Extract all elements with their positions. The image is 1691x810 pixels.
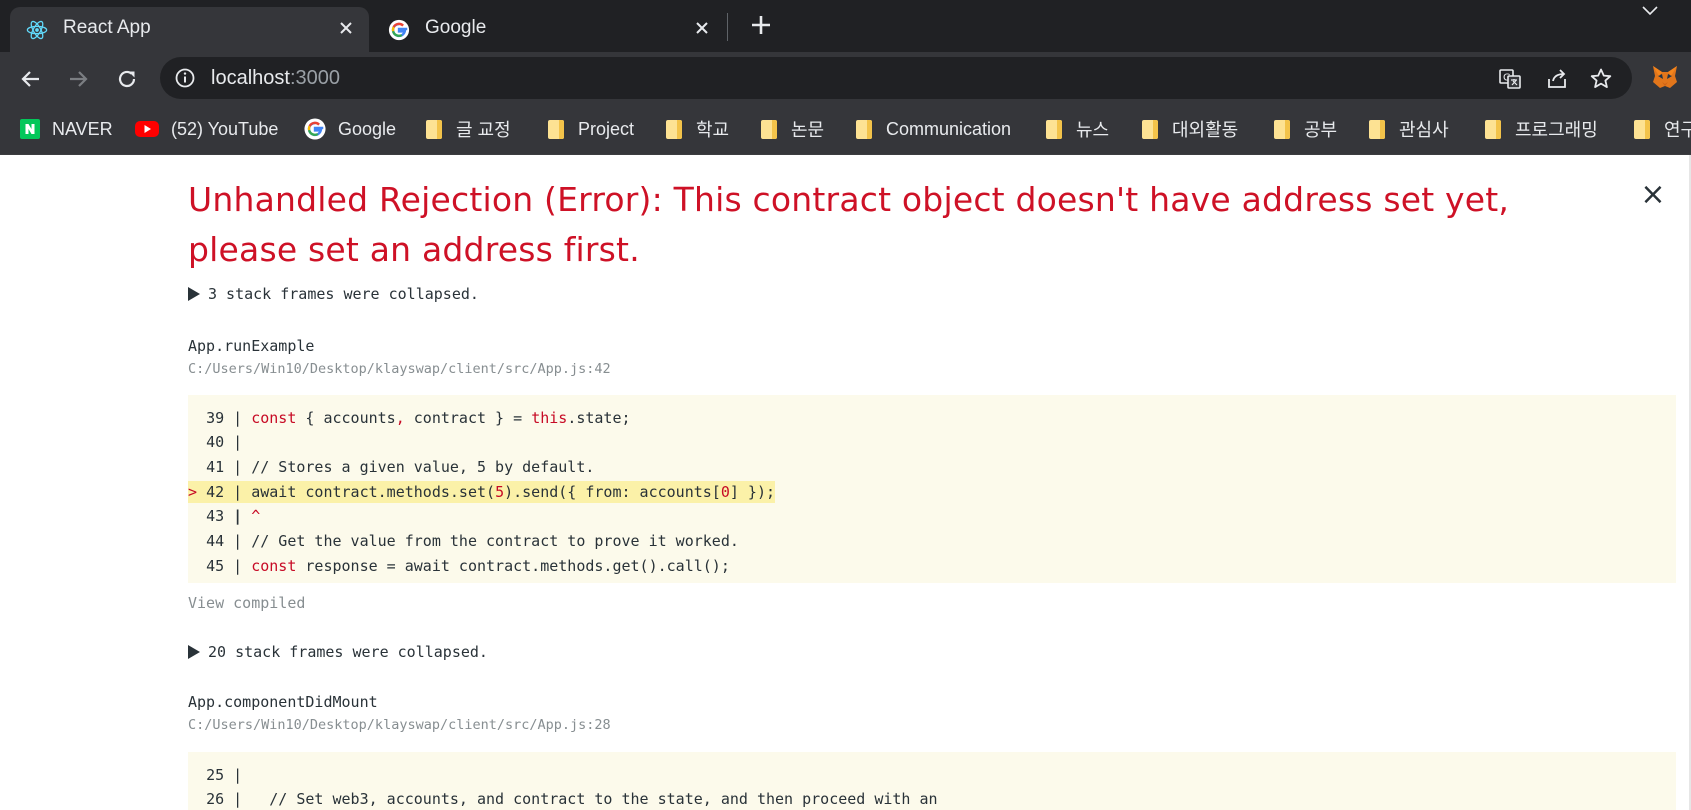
folder-icon	[1046, 119, 1062, 139]
code-line: 41 | // Stores a given value, 5 by defau…	[206, 458, 595, 476]
view-compiled-link[interactable]: View compiled	[188, 594, 305, 612]
collapsed-frames-label: 3 stack frames were collapsed.	[208, 285, 479, 303]
tab-divider	[727, 13, 728, 41]
reload-button[interactable]	[110, 62, 144, 96]
translate-icon[interactable]: G	[1497, 66, 1523, 92]
url-port: :3000	[289, 67, 340, 89]
triangle-right-icon	[188, 645, 200, 659]
share-icon[interactable]	[1544, 66, 1570, 92]
bookmark-folder[interactable]: Communication	[854, 116, 1011, 142]
react-logo-icon	[26, 20, 48, 40]
error-overlay: Unhandled Rejection (Error): This contra…	[0, 155, 1691, 810]
metamask-fox-icon[interactable]	[1650, 62, 1680, 92]
folder-icon	[1142, 119, 1158, 139]
code-line: 39 | const { accounts, contract } = this…	[206, 409, 631, 427]
bookmarks-bar: NAVER (52) YouTube Google 글 교정 Project 학…	[0, 104, 1691, 155]
code-line: 44 | // Get the value from the contract …	[206, 532, 739, 550]
bookmark-star-icon[interactable]	[1588, 66, 1614, 92]
code-snippet: 25 | 26 | // Set web3, accounts, and con…	[188, 752, 1676, 810]
triangle-right-icon	[188, 287, 200, 301]
code-line: 26 | // Set web3, accounts, and contract…	[206, 790, 938, 808]
plus-icon	[752, 16, 770, 34]
reload-icon	[118, 70, 136, 88]
collapsed-frames-label: 20 stack frames were collapsed.	[208, 643, 488, 661]
stack-frame-path[interactable]: C:/Users/Win10/Desktop/klayswap/client/s…	[188, 361, 611, 377]
folder-icon	[761, 119, 777, 139]
close-tab-icon[interactable]	[689, 15, 715, 41]
bookmark-folder[interactable]: 대외활동	[1140, 116, 1238, 142]
bookmark-label: 관심사	[1399, 120, 1449, 140]
bookmark-label: 연구	[1664, 120, 1691, 140]
bookmark-folder[interactable]: 뉴스	[1044, 116, 1109, 142]
tab-google[interactable]: Google	[372, 7, 725, 52]
google-logo-icon	[304, 118, 326, 140]
code-line-highlighted: > 42 | await contract.methods.set(5).sen…	[188, 481, 776, 503]
bookmark-folder[interactable]: 연구	[1632, 116, 1691, 142]
tab-title: React App	[63, 17, 151, 38]
folder-icon	[548, 119, 564, 139]
folder-icon	[666, 119, 682, 139]
folder-icon	[1369, 119, 1385, 139]
tab-search-button[interactable]	[1636, 0, 1664, 22]
folder-icon	[1485, 119, 1501, 139]
info-icon[interactable]	[174, 67, 196, 89]
bookmark-folder[interactable]: 관심사	[1367, 116, 1449, 142]
tab-title: Google	[425, 17, 487, 38]
bookmark-label: 글 교정	[456, 120, 511, 140]
back-button[interactable]	[14, 62, 48, 96]
url-text[interactable]: localhost:3000	[211, 67, 340, 90]
bookmark-label: 프로그래밍	[1515, 120, 1598, 140]
code-line: 45 | const response = await contract.met…	[206, 557, 730, 575]
folder-icon	[1274, 119, 1290, 139]
close-icon[interactable]: ×	[1638, 177, 1668, 212]
arrow-right-icon	[70, 71, 88, 87]
collapsed-frames-toggle[interactable]: 3 stack frames were collapsed.	[188, 285, 479, 303]
bookmark-label: Google	[338, 118, 397, 139]
bookmark-label: NAVER	[52, 118, 113, 139]
code-snippet: 39 | const { accounts, contract } = this…	[188, 395, 1676, 583]
bookmark-folder[interactable]: 프로그래밍	[1483, 116, 1598, 142]
naver-icon	[20, 119, 40, 139]
tab-react-app[interactable]: React App	[10, 7, 369, 52]
stack-frame-function: App.runExample	[188, 337, 315, 355]
code-line: 43 | ^	[206, 507, 261, 525]
close-tab-icon[interactable]	[333, 15, 359, 41]
bookmark-label: Project	[578, 118, 635, 139]
folder-icon	[426, 119, 442, 139]
browser-toolbar: localhost:3000 G	[0, 52, 1691, 104]
bookmark-folder[interactable]: 글 교정	[424, 116, 511, 142]
bookmark-google[interactable]: Google	[304, 116, 396, 142]
bookmark-folder[interactable]: 논문	[759, 116, 824, 142]
bookmark-label: (52) YouTube	[171, 118, 279, 139]
collapsed-frames-toggle[interactable]: 20 stack frames were collapsed.	[188, 643, 488, 661]
bookmark-naver[interactable]: NAVER	[20, 116, 113, 142]
bookmark-folder[interactable]: 학교	[664, 116, 729, 142]
code-line: 40 |	[206, 433, 243, 451]
arrow-left-icon	[21, 71, 39, 87]
chevron-down-icon	[1642, 6, 1658, 16]
forward-button[interactable]	[61, 62, 95, 96]
bookmark-folder[interactable]: 공부	[1272, 116, 1337, 142]
bookmark-label: 뉴스	[1076, 120, 1110, 140]
stack-frame-path[interactable]: C:/Users/Win10/Desktop/klayswap/client/s…	[188, 717, 611, 733]
youtube-icon	[135, 121, 159, 137]
bookmark-label: Communication	[886, 118, 1012, 139]
code-line: 25 |	[206, 766, 243, 784]
bookmark-folder[interactable]: Project	[546, 116, 634, 142]
tab-strip: React App Google	[0, 0, 1691, 52]
bookmark-youtube[interactable]: (52) YouTube	[135, 116, 278, 142]
address-bar[interactable]: localhost:3000 G	[160, 57, 1632, 99]
url-host: localhost	[211, 67, 290, 89]
bookmark-label: 학교	[696, 120, 730, 140]
new-tab-button[interactable]	[745, 9, 777, 41]
google-logo-icon	[388, 19, 410, 41]
folder-icon	[1634, 119, 1650, 139]
error-title: Unhandled Rejection (Error): This contra…	[188, 180, 1510, 269]
bookmark-label: 공부	[1304, 120, 1338, 140]
stack-frame-function: App.componentDidMount	[188, 693, 378, 711]
folder-icon	[856, 119, 872, 139]
bookmark-label: 논문	[791, 120, 825, 140]
bookmark-label: 대외활동	[1172, 120, 1239, 140]
